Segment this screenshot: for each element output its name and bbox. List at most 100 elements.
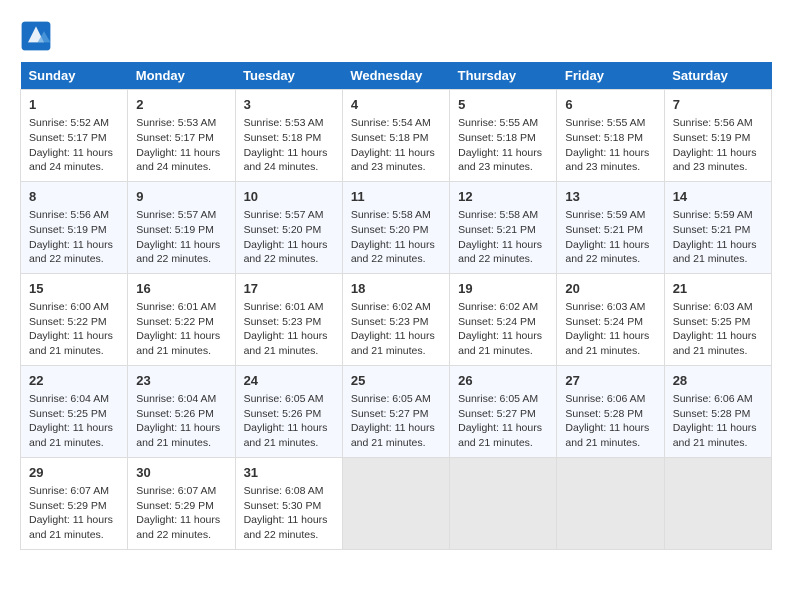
calendar-cell: 4 Sunrise: 5:54 AM Sunset: 5:18 PM Daylig… [342,90,449,182]
calendar-cell [557,457,664,549]
header-row: SundayMondayTuesdayWednesdayThursdayFrid… [21,62,772,90]
calendar-cell: 25Sunrise: 6:05 AM Sunset: 5:27 PM Dayli… [342,365,449,457]
calendar-cell: 27Sunrise: 6:06 AM Sunset: 5:28 PM Dayli… [557,365,664,457]
calendar-cell: 10Sunrise: 5:57 AM Sunset: 5:20 PM Dayli… [235,181,342,273]
day-number: 31 [244,464,334,482]
page-header [20,20,772,52]
day-number: 27 [565,372,655,390]
day-number: 13 [565,188,655,206]
calendar-cell: 3Sunrise: 5:53 AM Sunset: 5:18 PM Daylig… [235,90,342,182]
calendar-week-row: 8 Sunrise: 5:56 AM Sunset: 5:19 PM Daylig… [21,181,772,273]
day-info: Sunrise: 5:59 AM Sunset: 5:21 PM Dayligh… [565,208,655,267]
day-number: 6 [565,96,655,114]
calendar-cell [342,457,449,549]
day-number: 7 [673,96,763,114]
day-info: Sunrise: 6:07 AM Sunset: 5:29 PM Dayligh… [29,484,119,543]
calendar-table: SundayMondayTuesdayWednesdayThursdayFrid… [20,62,772,550]
day-number: 23 [136,372,226,390]
day-info: Sunrise: 6:03 AM Sunset: 5:24 PM Dayligh… [565,300,655,359]
day-info: Sunrise: 5:58 AM Sunset: 5:21 PM Dayligh… [458,208,548,267]
calendar-cell: 22 Sunrise: 6:04 AM Sunset: 5:25 PM Dayli… [21,365,128,457]
calendar-cell: 16 Sunrise: 6:01 AM Sunset: 5:22 PM Dayli… [128,273,235,365]
day-info: Sunrise: 6:04 AM Sunset: 5:26 PM Dayligh… [136,392,226,451]
day-number: 17 [244,280,334,298]
day-info: Sunrise: 5:53 AM Sunset: 5:17 PM Dayligh… [136,116,226,175]
calendar-cell: 11 Sunrise: 5:58 AM Sunset: 5:20 PM Dayli… [342,181,449,273]
calendar-cell: 19 Sunrise: 6:02 AM Sunset: 5:24 PM Dayli… [450,273,557,365]
calendar-cell: 18Sunrise: 6:02 AM Sunset: 5:23 PM Dayli… [342,273,449,365]
calendar-cell: 9 Sunrise: 5:57 AM Sunset: 5:19 PM Daylig… [128,181,235,273]
day-number: 12 [458,188,548,206]
column-header-thursday: Thursday [450,62,557,90]
calendar-header: SundayMondayTuesdayWednesdayThursdayFrid… [21,62,772,90]
column-header-tuesday: Tuesday [235,62,342,90]
day-info: Sunrise: 6:08 AM Sunset: 5:30 PM Dayligh… [244,484,334,543]
calendar-cell: 30 Sunrise: 6:07 AM Sunset: 5:29 PM Dayli… [128,457,235,549]
column-header-wednesday: Wednesday [342,62,449,90]
day-info: Sunrise: 6:06 AM Sunset: 5:28 PM Dayligh… [673,392,763,451]
day-info: Sunrise: 6:01 AM Sunset: 5:23 PM Dayligh… [244,300,334,359]
calendar-cell: 1Sunrise: 5:52 AM Sunset: 5:17 PM Daylig… [21,90,128,182]
calendar-week-row: 15Sunrise: 6:00 AM Sunset: 5:22 PM Dayli… [21,273,772,365]
day-info: Sunrise: 5:54 AM Sunset: 5:18 PM Dayligh… [351,116,441,175]
day-number: 18 [351,280,441,298]
day-info: Sunrise: 6:05 AM Sunset: 5:26 PM Dayligh… [244,392,334,451]
day-info: Sunrise: 5:58 AM Sunset: 5:20 PM Dayligh… [351,208,441,267]
day-number: 24 [244,372,334,390]
day-info: Sunrise: 6:02 AM Sunset: 5:24 PM Dayligh… [458,300,548,359]
day-number: 4 [351,96,441,114]
day-number: 25 [351,372,441,390]
calendar-cell: 2 Sunrise: 5:53 AM Sunset: 5:17 PM Daylig… [128,90,235,182]
day-number: 8 [29,188,119,206]
day-number: 22 [29,372,119,390]
day-info: Sunrise: 6:04 AM Sunset: 5:25 PM Dayligh… [29,392,119,451]
logo [20,20,56,52]
day-info: Sunrise: 5:57 AM Sunset: 5:20 PM Dayligh… [244,208,334,267]
day-number: 14 [673,188,763,206]
day-info: Sunrise: 5:59 AM Sunset: 5:21 PM Dayligh… [673,208,763,267]
day-number: 9 [136,188,226,206]
calendar-cell: 20 Sunrise: 6:03 AM Sunset: 5:24 PM Dayli… [557,273,664,365]
column-header-monday: Monday [128,62,235,90]
calendar-cell: 21Sunrise: 6:03 AM Sunset: 5:25 PM Dayli… [664,273,771,365]
day-number: 29 [29,464,119,482]
calendar-body: 1Sunrise: 5:52 AM Sunset: 5:17 PM Daylig… [21,90,772,550]
calendar-cell: 31 Sunrise: 6:08 AM Sunset: 5:30 PM Dayli… [235,457,342,549]
day-number: 28 [673,372,763,390]
calendar-cell: 17 Sunrise: 6:01 AM Sunset: 5:23 PM Dayli… [235,273,342,365]
day-number: 11 [351,188,441,206]
calendar-cell: 5Sunrise: 5:55 AM Sunset: 5:18 PM Daylig… [450,90,557,182]
calendar-week-row: 1Sunrise: 5:52 AM Sunset: 5:17 PM Daylig… [21,90,772,182]
calendar-cell: 13 Sunrise: 5:59 AM Sunset: 5:21 PM Dayli… [557,181,664,273]
column-header-saturday: Saturday [664,62,771,90]
column-header-friday: Friday [557,62,664,90]
day-number: 21 [673,280,763,298]
calendar-week-row: 29 Sunrise: 6:07 AM Sunset: 5:29 PM Dayli… [21,457,772,549]
calendar-cell: 8 Sunrise: 5:56 AM Sunset: 5:19 PM Daylig… [21,181,128,273]
day-info: Sunrise: 5:53 AM Sunset: 5:18 PM Dayligh… [244,116,334,175]
calendar-cell: 12 Sunrise: 5:58 AM Sunset: 5:21 PM Dayli… [450,181,557,273]
day-number: 2 [136,96,226,114]
calendar-week-row: 22 Sunrise: 6:04 AM Sunset: 5:25 PM Dayli… [21,365,772,457]
day-info: Sunrise: 5:55 AM Sunset: 5:18 PM Dayligh… [458,116,548,175]
calendar-cell: 26 Sunrise: 6:05 AM Sunset: 5:27 PM Dayli… [450,365,557,457]
day-info: Sunrise: 5:52 AM Sunset: 5:17 PM Dayligh… [29,116,119,175]
day-info: Sunrise: 5:55 AM Sunset: 5:18 PM Dayligh… [565,116,655,175]
day-number: 19 [458,280,548,298]
calendar-cell: 6 Sunrise: 5:55 AM Sunset: 5:18 PM Daylig… [557,90,664,182]
day-info: Sunrise: 6:05 AM Sunset: 5:27 PM Dayligh… [458,392,548,451]
day-number: 30 [136,464,226,482]
calendar-cell [450,457,557,549]
day-info: Sunrise: 5:56 AM Sunset: 5:19 PM Dayligh… [29,208,119,267]
calendar-cell: 24 Sunrise: 6:05 AM Sunset: 5:26 PM Dayli… [235,365,342,457]
day-number: 26 [458,372,548,390]
day-info: Sunrise: 6:01 AM Sunset: 5:22 PM Dayligh… [136,300,226,359]
logo-icon [20,20,52,52]
day-info: Sunrise: 5:57 AM Sunset: 5:19 PM Dayligh… [136,208,226,267]
day-info: Sunrise: 6:07 AM Sunset: 5:29 PM Dayligh… [136,484,226,543]
day-number: 16 [136,280,226,298]
calendar-cell [664,457,771,549]
calendar-cell: 29 Sunrise: 6:07 AM Sunset: 5:29 PM Dayli… [21,457,128,549]
day-number: 20 [565,280,655,298]
day-info: Sunrise: 5:56 AM Sunset: 5:19 PM Dayligh… [673,116,763,175]
